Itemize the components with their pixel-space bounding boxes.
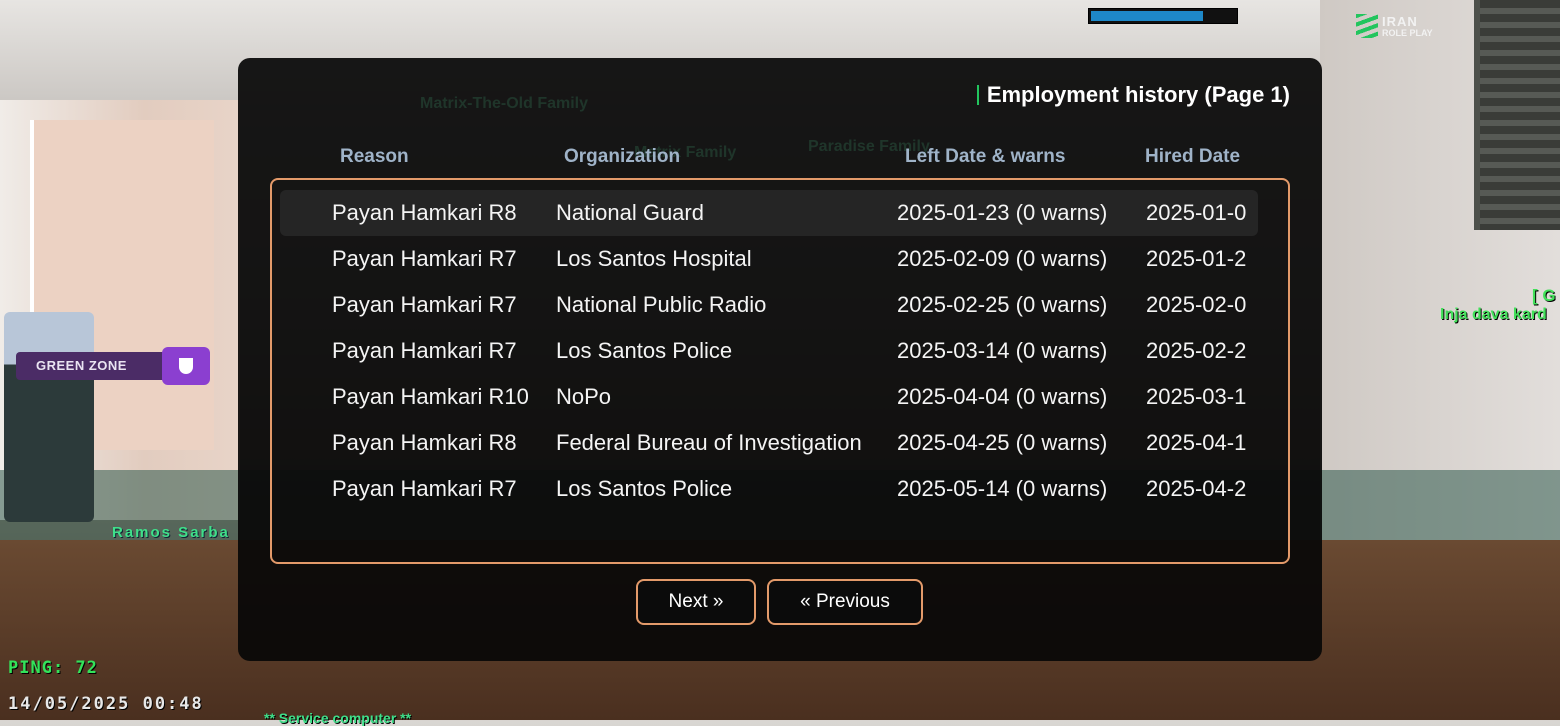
cell-hired-date: 2025-02-2: [1146, 338, 1247, 363]
cell-reason: Payan Hamkari R8: [332, 200, 517, 225]
column-headers: Reason Organization Left Date & warns Hi…: [238, 146, 1322, 170]
cell-organization: NoPo: [556, 384, 612, 409]
window-shutter: [1474, 0, 1560, 230]
cell-left-date: 2025-02-25 (0 warns): [897, 292, 1108, 317]
health-bar-fill: [1091, 11, 1204, 21]
header-organization: Organization: [564, 146, 681, 167]
cell-left-date: 2025-04-04 (0 warns): [897, 384, 1108, 409]
employment-history-dialog: Matrix-The-Old Family Matrix Family Para…: [238, 58, 1322, 661]
dialog-title: Employment history (Page 1): [976, 82, 1290, 108]
cell-organization: Los Santos Police: [556, 338, 733, 363]
cell-left-date: 2025-05-14 (0 warns): [897, 476, 1108, 501]
history-list[interactable]: Payan Hamkari R8 National Guard 2025-01-23…: [270, 178, 1290, 564]
cell-hired-date: 2025-01-0: [1146, 200, 1247, 225]
cell-left-date: 2025-02-09 (0 warns): [897, 246, 1108, 271]
zone-badge: [162, 347, 210, 385]
dialog-title-text: Employment history (Page 1): [986, 82, 1290, 107]
title-accent-bar: [976, 85, 979, 105]
server-logo: IRAN ROLE PLAY: [1352, 12, 1452, 44]
previous-page-button[interactable]: « Previous: [767, 579, 923, 625]
cell-hired-date: 2025-02-0: [1146, 292, 1247, 317]
zone-label: GREEN ZONE: [36, 358, 127, 373]
player-nametag: Ramos Sarba: [112, 524, 230, 541]
zone-indicator: GREEN ZONE: [16, 352, 166, 380]
cell-organization: Los Santos Police: [556, 476, 733, 501]
history-list-rows: Payan Hamkari R8 National Guard 2025-01-23…: [272, 180, 1258, 562]
table-row[interactable]: Payan Hamkari R8 National Guard 2025-01-23…: [280, 190, 1258, 236]
chat-tag: [ G: [1532, 286, 1556, 305]
chat-bubble-text: Inja dava kard: [1440, 306, 1547, 323]
health-bar: [1088, 8, 1238, 24]
next-page-button[interactable]: Next »: [636, 579, 756, 625]
shield-icon: [179, 358, 193, 374]
cell-reason: Payan Hamkari R7: [332, 476, 517, 501]
cell-left-date: 2025-03-14 (0 warns): [897, 338, 1108, 363]
logo-line1: IRAN: [1382, 14, 1418, 29]
cell-organization: Federal Bureau of Investigation: [556, 430, 862, 455]
cell-reason: Payan Hamkari R7: [332, 292, 517, 317]
cell-hired-date: 2025-04-1: [1146, 430, 1247, 455]
cell-organization: Los Santos Hospital: [556, 246, 752, 271]
table-row[interactable]: Payan Hamkari R8 Federal Bureau of Invest…: [280, 420, 1258, 466]
cell-left-date: 2025-01-23 (0 warns): [897, 200, 1108, 225]
table-row[interactable]: Payan Hamkari R7 National Public Radio 202…: [280, 282, 1258, 328]
cell-hired-date: 2025-04-2: [1146, 476, 1247, 501]
cell-organization: National Public Radio: [556, 292, 767, 317]
cell-reason: Payan Hamkari R7: [332, 246, 517, 271]
cell-reason: Payan Hamkari R10: [332, 384, 529, 409]
cell-organization: National Guard: [556, 200, 704, 225]
table-row[interactable]: Payan Hamkari R7 Los Santos Police 2025-05…: [280, 466, 1258, 512]
header-hired-date: Hired Date: [1145, 146, 1241, 167]
ghost-label-1: Matrix-The-Old Family: [420, 95, 589, 112]
logo-stripes-icon: [1356, 14, 1378, 38]
ping-readout: PING: 72: [8, 658, 98, 678]
header-left-date: Left Date & warns: [905, 146, 1066, 167]
cell-left-date: 2025-04-25 (0 warns): [897, 430, 1108, 455]
water-cooler: [4, 312, 94, 522]
cell-hired-date: 2025-01-2: [1146, 246, 1247, 271]
table-row[interactable]: Payan Hamkari R10 NoPo 2025-04-04 (0 warns…: [280, 374, 1258, 420]
service-computer-label: ** Service computer **: [264, 710, 412, 726]
cell-reason: Payan Hamkari R7: [332, 338, 517, 363]
cell-reason: Payan Hamkari R8: [332, 430, 517, 455]
table-row[interactable]: Payan Hamkari R7 Los Santos Hospital 2025-…: [280, 236, 1258, 282]
logo-line2: ROLE PLAY: [1382, 28, 1433, 38]
table-row[interactable]: Payan Hamkari R7 Los Santos Police 2025-03…: [280, 328, 1258, 374]
datetime-readout: 14/05/2025 00:48: [8, 694, 204, 714]
header-reason: Reason: [340, 146, 409, 167]
cell-hired-date: 2025-03-1: [1146, 384, 1247, 409]
